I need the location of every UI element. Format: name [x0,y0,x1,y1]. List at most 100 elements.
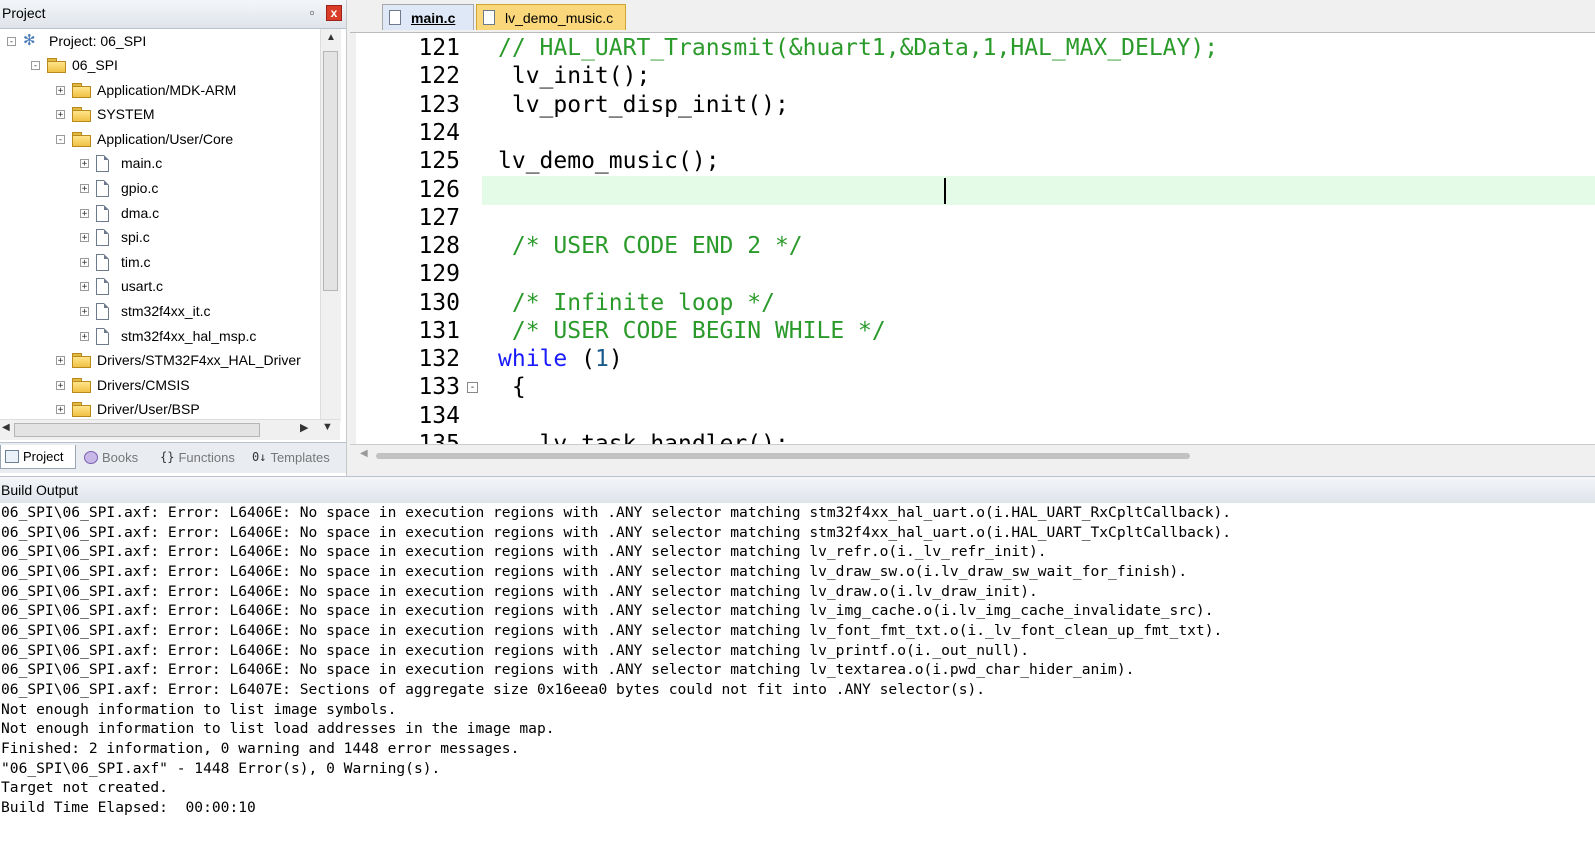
build-output-log[interactable]: 06_SPI\06_SPI.axf: Error: L6406E: No spa… [0,503,1595,847]
code-line: lv_port_disp_init(); [498,92,789,118]
project-panel-tabs: Project Books {} Functions 0↓ Templates [0,442,346,473]
line-number: 133 [418,374,460,400]
keyword-while: while [498,346,568,372]
tree-node-file[interactable]: + main.c [80,151,162,175]
code-editor[interactable]: 121 122 123 124 125 126 127 128 129 130 … [350,33,1595,444]
tree-node-folder[interactable]: + Driver/User/BSP [56,397,200,421]
log-line: 06_SPI\06_SPI.axf: Error: L6406E: No spa… [1,661,1135,678]
expand-toggle-icon[interactable]: + [80,257,89,267]
expand-toggle-icon[interactable]: + [80,331,89,341]
tree-node-folder-open[interactable]: - Application/User/Core [56,127,233,151]
line-number: 132 [418,346,460,372]
project-tree: - ✻ Project: 06_SPI - 06_SPI + Applicati… [0,29,322,423]
log-line: Not enough information to list image sym… [1,701,397,718]
tab-label: Books [102,449,139,465]
log-line: Finished: 2 information, 0 warning and 1… [1,740,520,757]
collapse-toggle-icon[interactable]: - [56,134,65,144]
tree-node-label: main.c [121,155,163,171]
editor-tab-bar: main.c lv_demo_music.c [350,0,1595,33]
tab-templates[interactable]: 0↓ Templates [248,445,342,469]
fold-collapse-icon[interactable]: - [467,382,478,393]
chevron-down-icon[interactable]: ▼ [322,421,333,433]
tree-node-file[interactable]: + dma.c [80,201,159,225]
editor-horizontal-scrollbar[interactable]: ◀ [350,444,1595,467]
expand-toggle-icon[interactable]: + [80,232,89,242]
expand-toggle-icon[interactable]: + [56,404,65,414]
log-line: 06_SPI\06_SPI.axf: Error: L6406E: No spa… [1,504,1232,521]
file-icon [483,10,495,25]
line-number: 121 [418,35,460,61]
tab-lv-demo-music-c[interactable]: lv_demo_music.c [476,4,626,30]
expand-toggle-icon[interactable]: + [80,158,89,168]
close-icon[interactable]: x [326,5,342,21]
tree-node-target[interactable]: - 06_SPI [31,53,118,77]
tree-horizontal-scrollbar[interactable]: ◀ ▶ ▼ [0,419,340,440]
scrollbar-thumb[interactable] [376,453,1190,459]
expand-toggle-icon[interactable]: + [56,380,65,390]
tree-node-label: 06_SPI [72,57,118,73]
scrollbar-thumb[interactable] [323,51,338,291]
log-line: 06_SPI\06_SPI.axf: Error: L6406E: No spa… [1,543,1047,560]
expand-toggle-icon[interactable]: + [80,183,89,193]
tree-node-file[interactable]: + stm32f4xx_hal_msp.c [80,324,256,348]
templates-icon: 0↓ [252,450,267,464]
expand-toggle-icon[interactable]: + [56,109,65,119]
expand-toggle-icon[interactable]: + [80,208,89,218]
tree-node-folder[interactable]: + Drivers/STM32F4xx_HAL_Driver [56,348,301,372]
tab-functions[interactable]: {} Functions [156,445,244,469]
tree-node-file[interactable]: + gpio.c [80,176,158,200]
tree-node-folder[interactable]: + Application/MDK-ARM [56,78,236,102]
scrollbar-thumb[interactable] [14,423,260,437]
folder-icon [72,353,91,368]
tab-project[interactable]: Project [0,445,76,469]
project-icon: ✻ [23,32,36,49]
expand-toggle-icon[interactable]: + [56,85,65,95]
line-number: 135 [418,431,460,444]
scroll-right-icon[interactable]: ▶ [300,421,308,434]
tab-main-c[interactable]: main.c [382,4,474,30]
build-output-header: Build Output [0,476,1595,504]
line-number: 129 [418,261,460,287]
collapse-toggle-icon[interactable]: - [7,36,16,46]
tree-node-label: stm32f4xx_it.c [121,303,211,319]
expand-toggle-icon[interactable]: + [56,355,65,365]
scroll-left-icon[interactable]: ◀ [2,422,10,433]
project-panel: Project ▫ x - ✻ Project: 06_SPI - 06_SPI… [0,0,347,476]
tab-label: lv_demo_music.c [505,9,614,26]
log-line: 06_SPI\06_SPI.axf: Error: L6406E: No spa… [1,583,1038,600]
line-number: 123 [418,92,460,118]
tree-node-file[interactable]: + spi.c [80,225,150,249]
scroll-left-icon[interactable]: ◀ [360,448,368,459]
file-icon [96,253,109,271]
pin-icon[interactable]: ▫ [305,5,319,21]
tab-books[interactable]: Books [80,445,152,469]
log-line: 06_SPI\06_SPI.axf: Error: L6406E: No spa… [1,642,1029,659]
folder-icon [72,402,91,417]
log-line: 06_SPI\06_SPI.axf: Error: L6406E: No spa… [1,622,1223,639]
tree-node-label: usart.c [121,278,164,294]
tree-node-label: Drivers/STM32F4xx_HAL_Driver [97,352,301,368]
log-line: 06_SPI\06_SPI.axf: Error: L6406E: No spa… [1,563,1188,580]
line-number: 122 [418,63,460,89]
file-icon [389,10,401,25]
line-number: 126 [418,177,460,203]
tree-vertical-scrollbar[interactable]: ▲ [320,29,341,423]
tree-node-folder[interactable]: + Drivers/CMSIS [56,373,190,397]
text-caret [944,178,946,204]
tree-node-file[interactable]: + usart.c [80,274,163,298]
collapse-toggle-icon[interactable]: - [31,60,40,70]
tree-node-folder[interactable]: + SYSTEM [56,102,155,126]
file-icon [96,204,109,222]
scroll-up-icon[interactable]: ▲ [321,29,341,47]
code-line: lv_init(); [498,63,651,89]
tree-node-label: spi.c [121,229,150,245]
folder-icon [72,83,91,98]
expand-toggle-icon[interactable]: + [80,306,89,316]
tree-node-file[interactable]: + tim.c [80,250,151,274]
tree-node-file[interactable]: + stm32f4xx_it.c [80,299,210,323]
functions-icon: {} [160,450,175,464]
expand-toggle-icon[interactable]: + [80,281,89,291]
line-number: 127 [418,205,460,231]
tree-node-project[interactable]: - ✻ Project: 06_SPI [7,29,146,53]
tree-node-label: dma.c [121,205,160,221]
